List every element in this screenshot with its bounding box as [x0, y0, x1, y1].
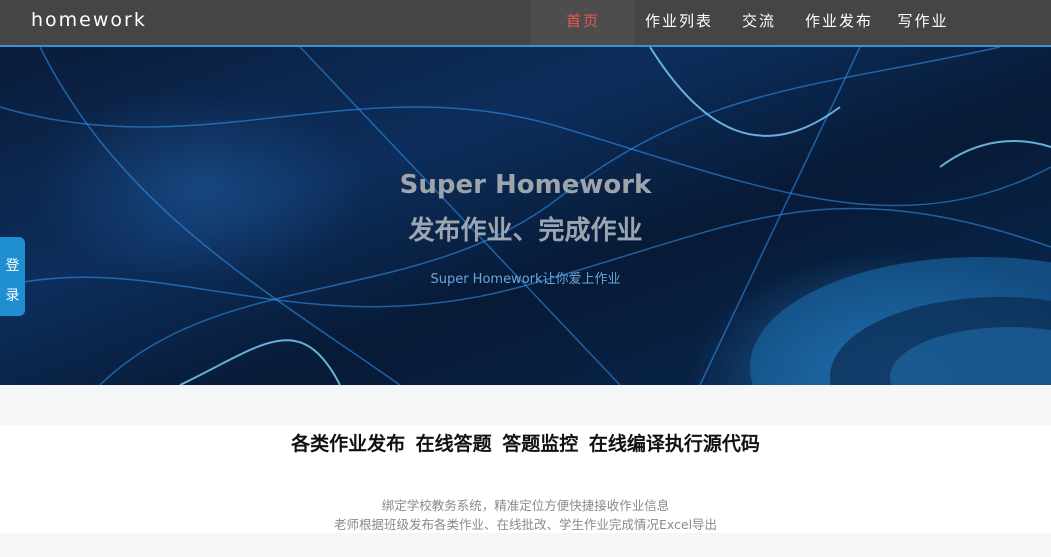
brand-logo[interactable]: homework: [31, 9, 147, 31]
features-title: 各类作业发布 在线答题 答题监控 在线编译执行源代码: [291, 433, 760, 455]
features-desc-line1: 绑定学校教务系统，精准定位方便快捷接收作业信息: [381, 498, 670, 513]
nav-item-discussion[interactable]: 交流: [723, 0, 795, 45]
nav-item-write-homework[interactable]: 写作业: [883, 0, 963, 45]
nav-item-home[interactable]: 首页: [531, 0, 635, 45]
features-desc-line2: 老师根据班级发布各类作业、在线批改、学生作业完成情况Excel导出: [333, 517, 718, 532]
login-label-char1: 登: [5, 258, 20, 274]
login-tab-button[interactable]: 登 录: [0, 237, 25, 316]
hero-subtitle: 发布作业、完成作业: [408, 216, 643, 246]
features-section: 各类作业发布 在线答题 答题监控 在线编译执行源代码 绑定学校教务系统，精准定位…: [0, 425, 1051, 533]
main-nav: 首页 作业列表 交流 作业发布 写作业: [531, 0, 963, 45]
nav-item-homework-list[interactable]: 作业列表: [635, 0, 723, 45]
nav-item-publish-homework[interactable]: 作业发布: [795, 0, 883, 45]
hero-banner: Super Homework 发布作业、完成作业 Super Homework让…: [0, 47, 1051, 385]
login-label-char2: 录: [5, 288, 20, 304]
hero-tagline: Super Homework让你爱上作业: [430, 272, 621, 287]
top-navbar: homework 首页 作业列表 交流 作业发布 写作业: [0, 0, 1051, 47]
hero-title: Super Homework: [399, 170, 652, 200]
features-description: 绑定学校教务系统，精准定位方便快捷接收作业信息 老师根据班级发布各类作业、在线批…: [0, 496, 1051, 534]
